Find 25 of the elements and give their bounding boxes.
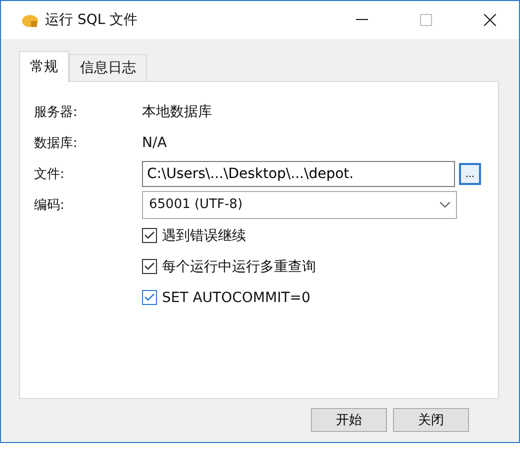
close-icon bbox=[484, 14, 496, 26]
checkmark-icon bbox=[144, 262, 155, 271]
checkbox-option[interactable]: 遇到错误继续 bbox=[142, 220, 488, 251]
field-value: 本地数据库 bbox=[142, 102, 213, 120]
window-title: 运行 SQL 文件 bbox=[45, 11, 139, 29]
field-label: 编码: bbox=[34, 196, 66, 214]
file-path-field[interactable]: C:\Users\...\Desktop\...\depot. bbox=[142, 160, 455, 186]
encoding-dropdown[interactable]: 65001 (UTF-8) bbox=[142, 190, 457, 218]
checkmark-icon bbox=[144, 293, 155, 302]
field-label: 服务器: bbox=[34, 104, 78, 120]
field-value: N/A bbox=[142, 134, 168, 150]
tab[interactable]: 信息日志 bbox=[69, 54, 147, 81]
maximize-icon bbox=[420, 14, 432, 26]
checkbox-option[interactable]: 每个运行中运行多重查询 bbox=[142, 251, 488, 282]
checkbox-option[interactable]: SET AUTOCOMMIT=0 bbox=[142, 282, 488, 313]
field-label: 文件: bbox=[34, 166, 66, 182]
chevron-down-icon bbox=[440, 202, 450, 208]
browse-button[interactable]: ... bbox=[459, 162, 481, 184]
dialog-button[interactable]: 关闭 bbox=[393, 408, 469, 432]
dialog-button[interactable]: 开始 bbox=[311, 408, 387, 432]
minimize-icon bbox=[356, 19, 368, 21]
field-label: 数据库: bbox=[34, 134, 78, 152]
tab[interactable]: 常规 bbox=[19, 51, 69, 82]
app-icon bbox=[21, 12, 39, 28]
checkmark-icon bbox=[144, 231, 155, 240]
